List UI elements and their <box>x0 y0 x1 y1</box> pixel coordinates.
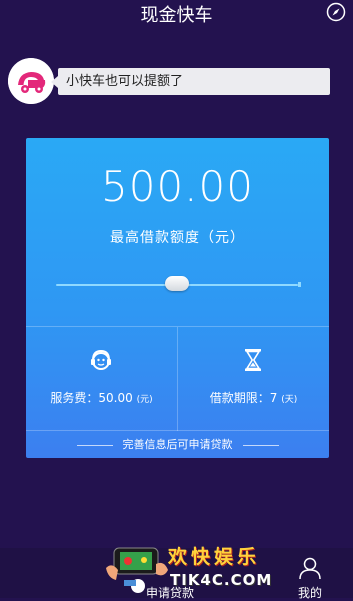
page-title: 现金快车 <box>140 5 213 26</box>
loan-amount: 500.00 <box>101 162 254 211</box>
message-bubble: 小快车也可以提额了 <box>51 68 330 95</box>
divider-line <box>76 444 113 446</box>
amount-slider-thumb[interactable] <box>165 276 189 291</box>
promo-title: 欢快娱乐 <box>168 546 261 568</box>
service-fee-text: 服务费：50.00 (元) <box>50 391 153 405</box>
car-logo-icon <box>8 58 54 104</box>
game-controller-icon <box>106 547 168 593</box>
user-icon <box>299 557 321 580</box>
compass-icon[interactable] <box>326 2 346 22</box>
loan-info-area: 服务费：50.00 (元) 借款期限：7 (天) <box>26 326 329 431</box>
term-block: 借款期限：7 (天) <box>178 327 329 431</box>
header: 现金快车 <box>0 0 353 28</box>
promo-site: TIK4C.COM <box>170 571 273 589</box>
term-text: 借款期限：7 (天) <box>209 391 298 405</box>
headset-icon <box>91 349 111 370</box>
loan-card: 500.00 最高借款额度（元） 服务费：50.00 (元) 借款期限：7 (天… <box>26 138 329 458</box>
tab-mine-label: 我的 <box>297 586 322 600</box>
service-fee-block: 服务费：50.00 (元) <box>26 327 177 431</box>
slider-end-mark <box>298 282 301 287</box>
apply-hint[interactable]: 完善信息后可申请贷款 <box>26 430 329 458</box>
loan-amount-label: 最高借款额度（元） <box>110 230 245 246</box>
tab-mine[interactable]: 我的 <box>294 548 326 600</box>
promo-watermark: 欢快娱乐 TIK4C.COM <box>104 540 274 598</box>
divider-line <box>242 444 279 446</box>
apply-hint-text: 完善信息后可申请贷款 <box>122 438 233 451</box>
hourglass-icon <box>245 349 261 371</box>
